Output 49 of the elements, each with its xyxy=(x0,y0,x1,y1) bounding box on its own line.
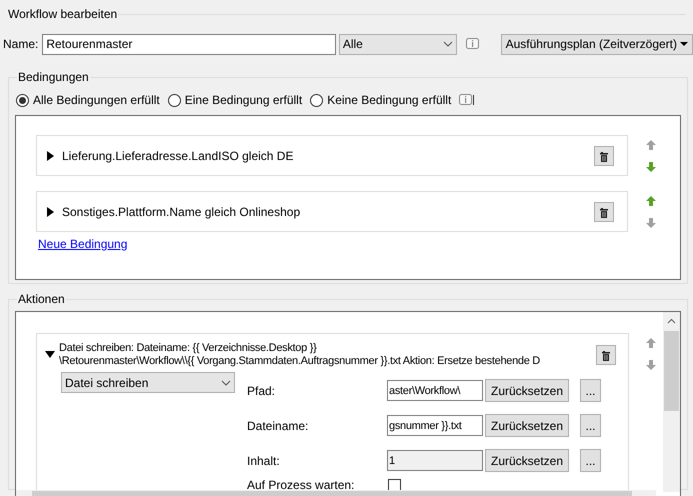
vertical-scrollbar[interactable] xyxy=(663,312,680,492)
radio-option[interactable]: Eine Bedingung erfüllt xyxy=(168,91,302,109)
group-title: Aktionen xyxy=(17,291,66,308)
group-title: Workflow bearbeiten xyxy=(7,6,118,23)
up-arrow-icon[interactable] xyxy=(645,337,657,349)
condition-text: Sonstiges.Plattform.Name gleich Onlineshop xyxy=(62,204,302,220)
name-field[interactable]: Retourenmaster xyxy=(42,34,336,54)
browse-button[interactable]: ... xyxy=(580,379,601,402)
action-summary: \Retourenmaster\Workflow\\{{ Vorgang.Stammdaten.Auftragsnummer }}.txt Aktion: Ersetze bestehende D xyxy=(59,355,540,368)
group-title: Bedingungen xyxy=(17,69,90,86)
collapse-arrow-icon[interactable] xyxy=(45,351,55,359)
browse-button[interactable]: ... xyxy=(580,414,601,437)
checkbox[interactable] xyxy=(388,478,401,492)
chevron-icon xyxy=(221,380,231,386)
horizontal-scrollbar[interactable] xyxy=(16,490,656,496)
action-summary: Datei schreiben: Dateiname: {{ Verzeichnisse.Desktop }} xyxy=(59,342,316,355)
field-label: Auf Prozess warten: xyxy=(247,477,356,494)
input-field[interactable]: aster\Workflow\ xyxy=(387,380,483,401)
chevron-icon xyxy=(442,41,453,47)
dropdown-arrow-icon xyxy=(680,42,688,46)
down-arrow-icon[interactable] xyxy=(645,217,657,229)
schedule-button[interactable]: Ausführungsplan (Zeitverzögert) xyxy=(500,34,693,54)
field-label: Inhalt: xyxy=(247,452,281,470)
trash-icon xyxy=(599,150,609,162)
field-label: Pfad: xyxy=(247,382,276,400)
condition-text: Lieferung.Lieferadresse.LandISO gleich DE xyxy=(62,148,294,164)
name-label: Name: xyxy=(3,36,38,53)
delete-button[interactable] xyxy=(596,345,616,365)
reset-button[interactable]: Zurücksetzen xyxy=(485,414,569,437)
delete-button[interactable] xyxy=(594,146,614,166)
action-type-dropdown[interactable]: Datei schreiben xyxy=(61,372,235,393)
field-label: Dateiname: xyxy=(247,418,310,434)
radio-option[interactable]: Keine Bedingung erfüllt xyxy=(310,91,452,109)
reset-button[interactable]: Zurücksetzen xyxy=(485,379,569,402)
down-arrow-icon[interactable] xyxy=(645,359,657,371)
down-arrow-icon[interactable] xyxy=(645,161,657,173)
input-field[interactable]: gsnummer }}.txt xyxy=(387,415,483,436)
info-icon xyxy=(459,94,474,106)
radio-option[interactable]: Alle Bedingungen erfüllt xyxy=(16,91,160,109)
expand-arrow-icon[interactable] xyxy=(47,150,54,160)
trash-icon xyxy=(601,349,611,361)
trash-icon xyxy=(599,206,609,218)
expand-arrow-icon[interactable] xyxy=(47,206,54,216)
add-condition-link[interactable]: Neue Bedingung xyxy=(38,235,128,253)
filter-dropdown[interactable]: Alle xyxy=(338,34,457,54)
delete-button[interactable] xyxy=(594,202,614,222)
info-icon xyxy=(466,38,479,50)
up-arrow-icon[interactable] xyxy=(645,195,657,207)
up-arrow-icon[interactable] xyxy=(645,139,657,151)
